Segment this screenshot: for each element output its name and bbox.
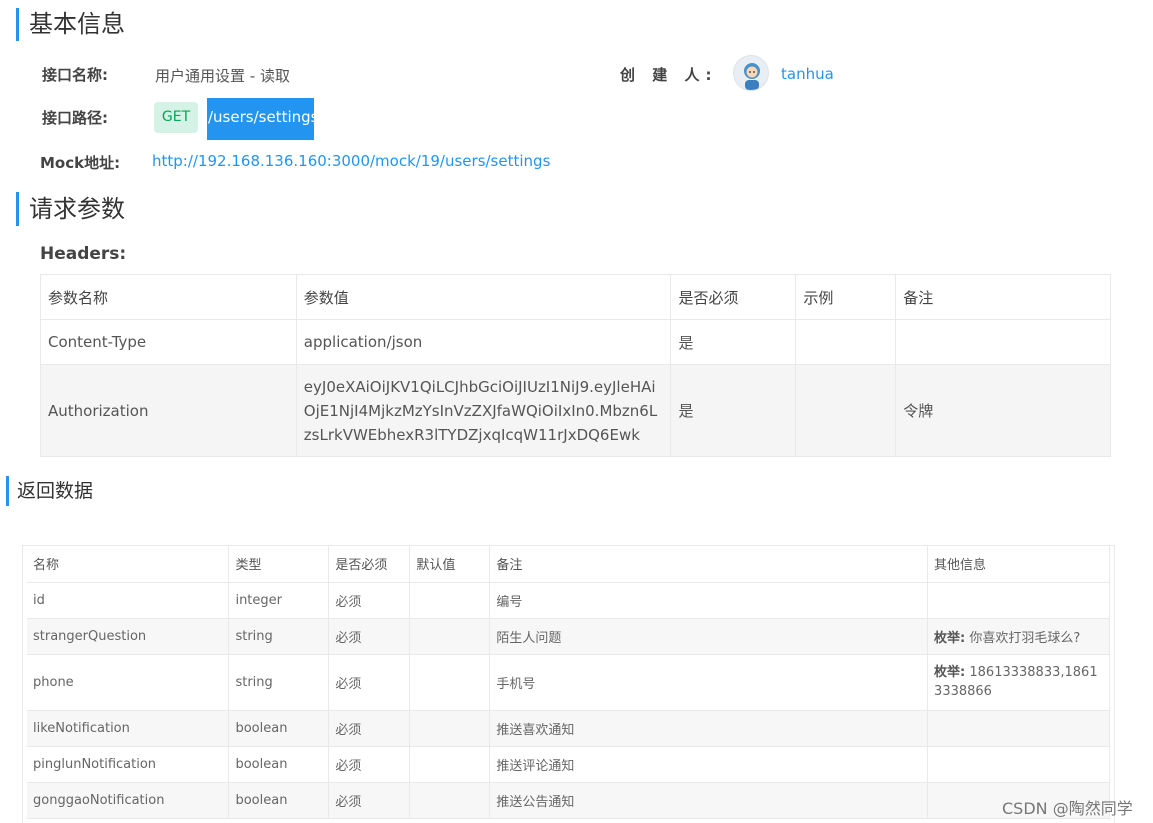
field-type: boolean <box>228 746 330 783</box>
field-default <box>409 710 491 747</box>
field-name: gonggaoNotification <box>27 782 230 819</box>
mock-url-label: Mock地址: <box>40 154 121 172</box>
interface-name-label: 接口名称: <box>42 66 108 84</box>
field-type: boolean <box>228 710 330 747</box>
column-header: 参数值 <box>296 274 672 320</box>
param-value: application/json <box>296 319 672 365</box>
field-name: pinglunNotification <box>27 746 230 783</box>
column-header: 其他信息 <box>927 546 1110 583</box>
field-default <box>409 582 491 619</box>
param-name: Content-Type <box>40 319 297 365</box>
table-row: gonggaoNotification boolean 必须 推送公告通知 <box>27 782 1110 819</box>
param-note: 令牌 <box>895 364 1111 457</box>
field-name: phone <box>27 654 230 711</box>
table-row: strangerQuestion string 必须 陌生人问题 枚举: 你喜欢… <box>27 618 1110 655</box>
field-other <box>927 710 1110 747</box>
param-required: 是 <box>670 364 797 457</box>
column-header: 是否必须 <box>670 274 797 320</box>
field-type: integer <box>228 582 330 619</box>
field-type: boolean <box>228 782 330 819</box>
table-row: Authorization eyJ0eXAiOiJKV1QiLCJhbGciOi… <box>40 364 1111 457</box>
field-type: string <box>228 618 330 655</box>
column-header: 备注 <box>895 274 1111 320</box>
field-note: 陌生人问题 <box>489 618 929 655</box>
enum-label: 枚举: <box>934 665 966 680</box>
field-required: 必须 <box>328 582 411 619</box>
field-required: 必须 <box>328 782 411 819</box>
table-header-row: 参数名称 参数值 是否必须 示例 备注 <box>40 274 1111 320</box>
table-row: likeNotification boolean 必须 推送喜欢通知 <box>27 710 1110 747</box>
response-data-title: 返回数据 <box>6 476 93 506</box>
field-other <box>927 582 1110 619</box>
column-header: 参数名称 <box>40 274 297 320</box>
param-value: eyJ0eXAiOiJKV1QiLCJhbGciOiJIUzI1NiJ9.eyJ… <box>296 364 672 457</box>
field-note: 推送评论通知 <box>489 746 929 783</box>
field-default <box>409 782 491 819</box>
creator-name-link[interactable]: tanhua <box>781 65 834 83</box>
table-row: pinglunNotification boolean 必须 推送评论通知 <box>27 746 1110 783</box>
field-required: 必须 <box>328 618 411 655</box>
field-name: strangerQuestion <box>27 618 230 655</box>
param-note <box>895 319 1111 365</box>
creator-avatar[interactable] <box>733 55 769 91</box>
field-default <box>409 654 491 711</box>
mock-url-link[interactable]: http://192.168.136.160:3000/mock/19/user… <box>152 152 550 170</box>
field-required: 必须 <box>328 710 411 747</box>
table-row: Content-Type application/json 是 <box>40 319 1111 365</box>
interface-path-label: 接口路径: <box>42 109 108 127</box>
table-header-row: 名称 类型 是否必须 默认值 备注 其他信息 <box>27 546 1110 583</box>
field-note: 推送公告通知 <box>489 782 929 819</box>
field-type: string <box>228 654 330 711</box>
field-note: 手机号 <box>489 654 929 711</box>
param-required: 是 <box>670 319 797 365</box>
headers-table: 参数名称 参数值 是否必须 示例 备注 Content-Type applica… <box>40 274 1111 457</box>
param-name: Authorization <box>40 364 297 457</box>
field-name: id <box>27 582 230 619</box>
field-required: 必须 <box>328 654 411 711</box>
response-table: 名称 类型 是否必须 默认值 备注 其他信息 id integer 必须 编号 … <box>27 546 1110 819</box>
avatar-icon <box>744 63 760 90</box>
table-row: id integer 必须 编号 <box>27 582 1110 619</box>
interface-path[interactable]: /users/settings <box>207 98 314 140</box>
method-badge: GET <box>154 102 198 133</box>
field-required: 必须 <box>328 746 411 783</box>
field-other: 枚举: 18613338833,18613338866 <box>927 654 1110 711</box>
param-example <box>795 364 897 457</box>
request-params-title: 请求参数 <box>16 192 125 226</box>
field-name: likeNotification <box>27 710 230 747</box>
param-example <box>795 319 897 365</box>
column-header: 类型 <box>228 546 330 583</box>
column-header: 默认值 <box>409 546 491 583</box>
interface-name-value: 用户通用设置 - 读取 <box>155 67 290 85</box>
field-note: 推送喜欢通知 <box>489 710 929 747</box>
field-other <box>927 746 1110 783</box>
column-header: 示例 <box>795 274 897 320</box>
response-table-container: 名称 类型 是否必须 默认值 备注 其他信息 id integer 必须 编号 … <box>22 545 1115 823</box>
field-default <box>409 746 491 783</box>
column-header: 是否必须 <box>328 546 411 583</box>
column-header: 备注 <box>489 546 929 583</box>
headers-label: Headers: <box>40 244 127 264</box>
table-row: phone string 必须 手机号 枚举: 18613338833,1861… <box>27 654 1110 711</box>
field-note: 编号 <box>489 582 929 619</box>
field-other: 枚举: 你喜欢打羽毛球么? <box>927 618 1110 655</box>
creator-label: 创 建 人: <box>620 66 718 84</box>
basic-info-title: 基本信息 <box>16 8 125 41</box>
enum-value: 你喜欢打羽毛球么? <box>969 630 1081 646</box>
watermark: CSDN @陶然同学 <box>1002 799 1133 818</box>
column-header: 名称 <box>27 546 230 583</box>
enum-label: 枚举: <box>934 630 966 646</box>
field-default <box>409 618 491 655</box>
